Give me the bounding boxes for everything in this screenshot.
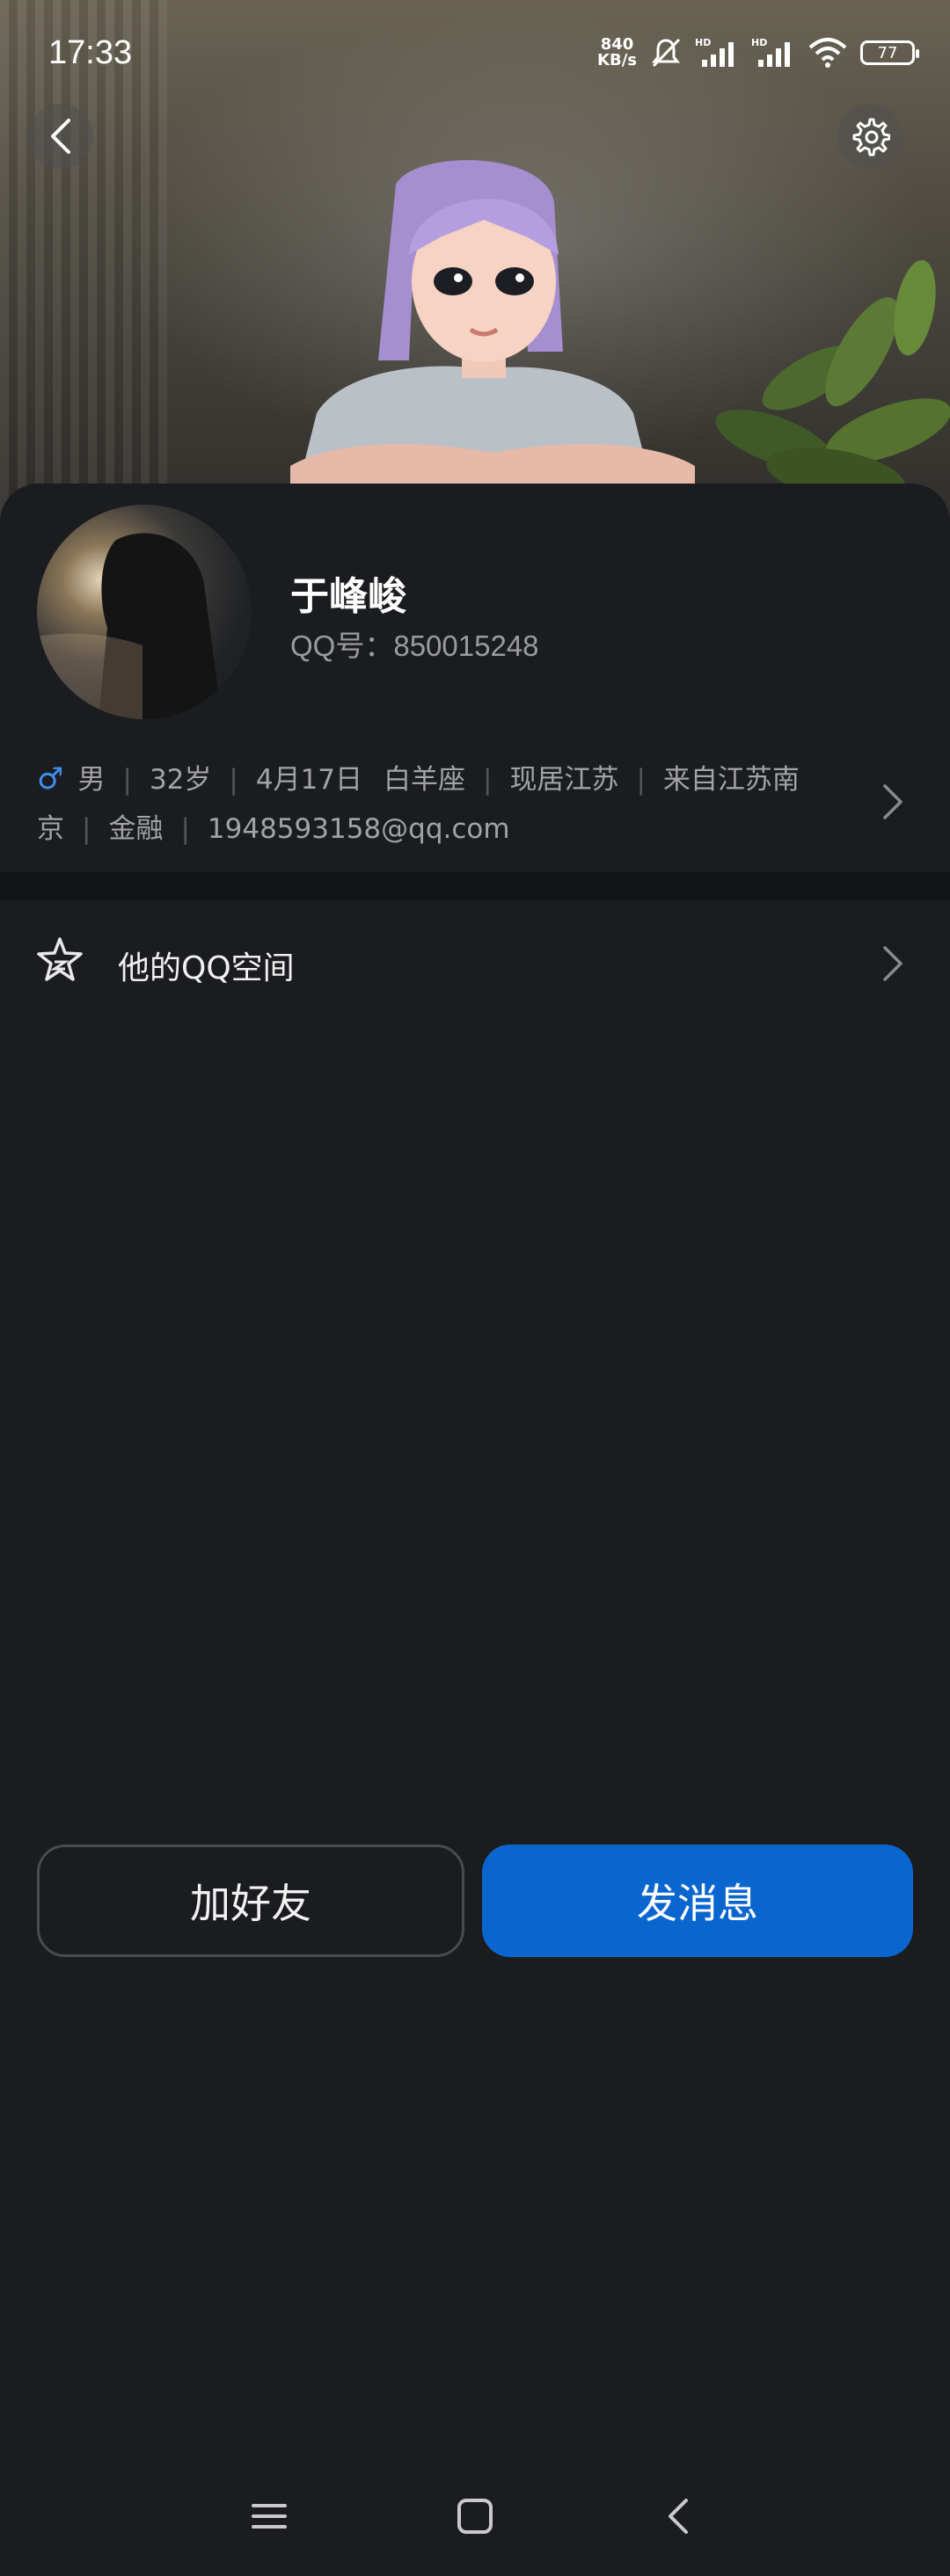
signal-hd-icon-2: HD (751, 37, 790, 67)
wifi-icon (808, 38, 847, 68)
zodiac-text: 白羊座 (384, 764, 466, 796)
chevron-right-icon (883, 946, 902, 981)
send-message-button[interactable]: 发消息 (482, 1845, 913, 1957)
settings-button[interactable] (837, 104, 902, 169)
occupation-text: 金融 (108, 813, 164, 845)
back-nav-icon[interactable] (665, 2497, 691, 2536)
male-icon: ♂ (37, 761, 64, 797)
back-button[interactable] (28, 104, 93, 169)
profile-details[interactable]: ♂ 男 | 32岁 | 4月17日 白羊座 | 现居江苏 | 来自江苏南京 | 金融 | 194859315… (37, 754, 855, 854)
avatar[interactable] (37, 505, 252, 719)
network-speed: 840 KB/s (597, 35, 637, 69)
chevron-left-icon (51, 119, 70, 154)
section-divider (0, 872, 950, 900)
battery-icon: 77 (860, 40, 919, 65)
menu-icon[interactable] (250, 2497, 289, 2536)
residence-text: 现居江苏 (509, 764, 619, 796)
qzone-row[interactable]: 他的QQ空间 (0, 900, 950, 1023)
status-icons: 840 KB/s HD HD 77 (597, 35, 919, 70)
status-time: 17:33 (48, 33, 133, 71)
profile-name: 于峰峻 (290, 574, 406, 619)
gender-text: 男 (77, 764, 106, 796)
email-text: 1948593158@qq.com (207, 813, 510, 845)
home-icon[interactable] (456, 2497, 494, 2536)
avatar-image (37, 533, 222, 719)
gear-icon (852, 118, 890, 156)
status-bar: 17:33 840 KB/s HD HD 77 (0, 0, 950, 106)
signal-hd-icon: HD (695, 37, 734, 67)
profile-card: 于峰峻 QQ号：850015248 ♂ 男 | 32岁 | 4月17日 白羊座 | 现居江苏 | 来… (0, 484, 950, 2534)
birthday-text: 4月17日 (255, 764, 363, 796)
qzone-label: 他的QQ空间 (118, 950, 295, 986)
chevron-right-icon (883, 784, 902, 819)
svg-text:HD: HD (751, 37, 767, 48)
star-icon (37, 937, 83, 981)
system-nav-bar (0, 2497, 950, 2576)
mute-bell-icon (651, 38, 681, 68)
qq-number[interactable]: QQ号：850015248 (290, 622, 539, 665)
add-friend-button[interactable]: 加好友 (37, 1845, 464, 1957)
avatar-3d-character (290, 160, 695, 492)
svg-text:HD: HD (695, 37, 711, 48)
age-text: 32岁 (149, 764, 212, 796)
